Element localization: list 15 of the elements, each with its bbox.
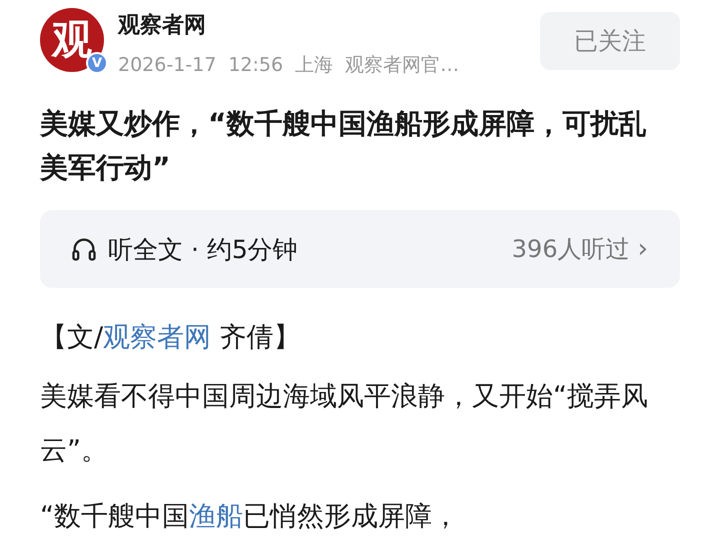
article-paragraph: “数千艘中国渔船已悄然形成屏障，: [40, 500, 460, 534]
listen-card[interactable]: 听全文 · 约5分钟 396人听过 ›: [40, 210, 680, 288]
article-paragraph: 美媒看不得中国周边海域风平浪静，又开始“搅弄风云”。: [40, 380, 649, 468]
chevron-icon: ›: [638, 234, 648, 264]
author-source: 观察者网官…: [345, 53, 460, 78]
listen-label: 听全文 · 约5分钟: [108, 234, 299, 266]
article-title: 美媒又炒作，“数千艘中国渔船形成屏障，可扰乱美军行动”: [40, 106, 648, 186]
post-time: 12:56: [228, 53, 284, 78]
source-link[interactable]: 观察者网: [103, 322, 212, 353]
byline: 【文/观察者网 齐倩】: [40, 321, 302, 355]
post-location: 上海: [295, 53, 334, 78]
author-name[interactable]: 观察者网: [118, 10, 540, 42]
post-date: 2026-1-17: [118, 53, 216, 78]
keyword-link[interactable]: 渔船: [189, 501, 243, 532]
listener-count: 396人听过: [512, 234, 630, 265]
